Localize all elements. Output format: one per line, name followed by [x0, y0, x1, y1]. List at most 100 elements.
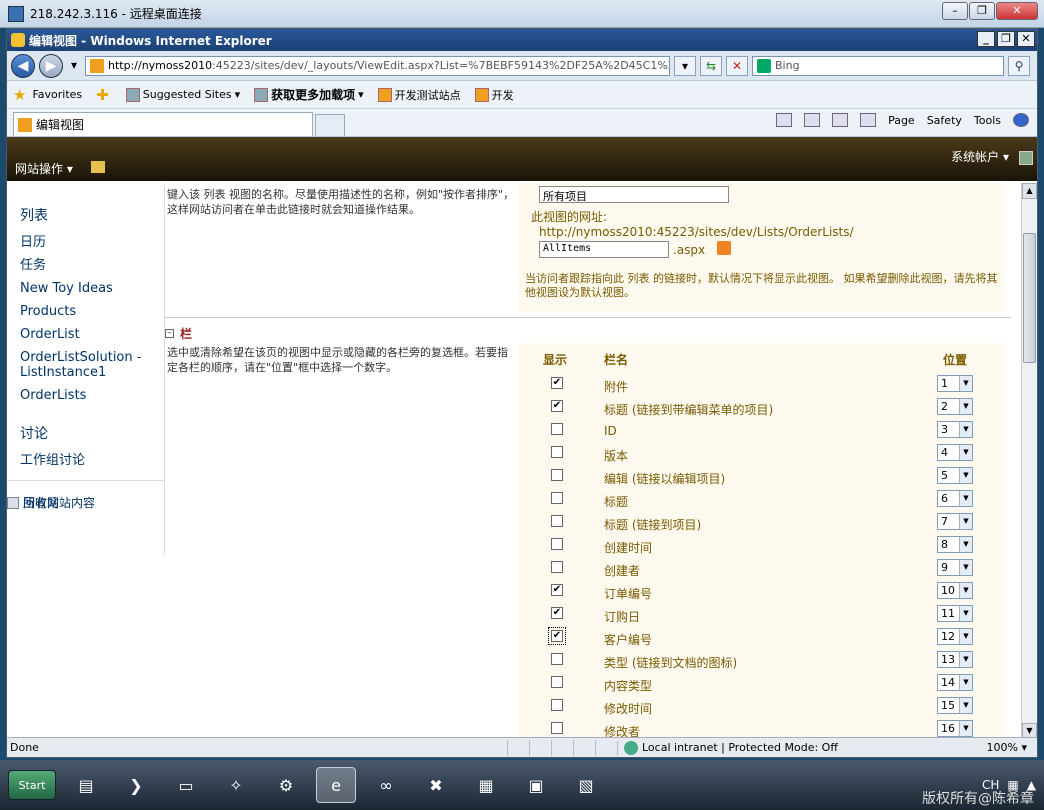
scroll-up-arrow[interactable]: ▲: [1022, 183, 1037, 199]
view-file-input[interactable]: AllItems: [539, 241, 669, 258]
powershell-icon[interactable]: ❯: [116, 767, 156, 803]
show-column-checkbox[interactable]: ✔: [548, 627, 566, 645]
restore-button[interactable]: ❐: [969, 2, 995, 20]
safety-menu[interactable]: Safety: [927, 114, 962, 127]
forward-button[interactable]: ▶: [39, 53, 63, 78]
refresh-icon[interactable]: ⇆: [700, 55, 722, 76]
show-column-checkbox[interactable]: ✔: [551, 377, 563, 389]
tools2-icon[interactable]: ✖: [416, 767, 456, 803]
collapse-icon[interactable]: –: [165, 329, 174, 338]
show-column-checkbox[interactable]: [551, 561, 563, 573]
position-select[interactable]: 11 ▼: [937, 605, 973, 622]
settings-gear-icon[interactable]: ⚙: [266, 767, 306, 803]
security-zone[interactable]: Local intranet | Protected Mode: Off: [617, 740, 869, 755]
nav-lists-heading[interactable]: 列表: [20, 205, 164, 225]
position-select[interactable]: 8 ▼: [937, 536, 973, 553]
nav-item-orderlists[interactable]: OrderLists: [20, 384, 164, 407]
show-column-checkbox[interactable]: [551, 515, 563, 527]
scroll-thumb[interactable]: [1023, 233, 1036, 363]
tools-menu[interactable]: Tools: [974, 114, 1001, 127]
address-dropdown[interactable]: ▾: [674, 55, 696, 76]
page-menu[interactable]: Page: [888, 114, 915, 127]
internet-explorer-icon[interactable]: e: [316, 767, 356, 803]
vertical-scrollbar[interactable]: ▲ ▼: [1021, 183, 1037, 739]
sharepoint-designer-icon[interactable]: ▦: [466, 767, 506, 803]
address-bar[interactable]: http://nymoss2010:45223/sites/dev/_layou…: [85, 55, 670, 76]
nav-item-orderlistsolution[interactable]: OrderListSolution - ListInstance1: [20, 350, 164, 380]
dev-test-site-link[interactable]: 开发测试站点: [377, 87, 461, 103]
show-column-checkbox[interactable]: [551, 653, 563, 665]
position-select[interactable]: 9 ▼: [937, 559, 973, 576]
columns-section-header[interactable]: – 栏: [165, 325, 192, 342]
show-column-checkbox[interactable]: [551, 492, 563, 504]
show-column-checkbox[interactable]: ✔: [551, 400, 563, 412]
suggested-sites-link[interactable]: Suggested Sites ▾: [125, 87, 240, 102]
column-row: ✔ 客户编号 12 ▼: [519, 626, 1004, 649]
rss-icon[interactable]: [717, 241, 731, 255]
nav-discussions-heading[interactable]: 讨论: [20, 423, 164, 443]
account-menu[interactable]: 系统帐户 ▾: [951, 148, 1009, 165]
infopath-icon[interactable]: ▧: [566, 767, 606, 803]
position-select[interactable]: 16 ▼: [937, 720, 973, 737]
mail-icon[interactable]: [832, 113, 849, 127]
add-favorites-button[interactable]: ✚: [96, 86, 112, 104]
dev-link[interactable]: 开发: [474, 87, 514, 103]
position-select[interactable]: 6 ▼: [937, 490, 973, 507]
view-name-input[interactable]: 所有项目: [539, 186, 729, 203]
stop-icon[interactable]: ✕: [726, 55, 748, 76]
home-icon[interactable]: [776, 113, 793, 127]
search-input[interactable]: Bing: [752, 55, 1004, 76]
position-select[interactable]: 3 ▼: [937, 421, 973, 438]
position-select[interactable]: 2 ▼: [937, 398, 973, 415]
position-select[interactable]: 7 ▼: [937, 513, 973, 530]
show-column-checkbox[interactable]: ✔: [551, 607, 563, 619]
position-select[interactable]: 4 ▼: [937, 444, 973, 461]
nav-item-products[interactable]: Products: [20, 300, 164, 323]
visual-studio-icon[interactable]: ∞: [366, 767, 406, 803]
ie-close-button[interactable]: ✕: [1017, 31, 1035, 47]
search-icon[interactable]: ⚲: [1008, 55, 1030, 76]
show-column-checkbox[interactable]: ✔: [551, 584, 563, 596]
position-select[interactable]: 12 ▼: [937, 628, 973, 645]
position-select[interactable]: 5 ▼: [937, 467, 973, 484]
zoom-level[interactable]: 100% ▾: [987, 741, 1037, 754]
position-select[interactable]: 13 ▼: [937, 651, 973, 668]
ie-restore-button[interactable]: ❐: [997, 31, 1015, 47]
help-icon[interactable]: [1013, 113, 1029, 127]
feeds-icon[interactable]: [804, 113, 821, 127]
tools-icon[interactable]: ✧: [216, 767, 256, 803]
position-select[interactable]: 15 ▼: [937, 697, 973, 714]
favorites-button[interactable]: ★ Favorites: [13, 86, 82, 104]
more-addons-link[interactable]: 获取更多加载项 ▾: [254, 86, 364, 103]
print-icon[interactable]: [860, 113, 877, 127]
position-select[interactable]: 10 ▼: [937, 582, 973, 599]
explorer-icon[interactable]: ▭: [166, 767, 206, 803]
new-tab-button[interactable]: [315, 114, 345, 136]
site-actions-menu[interactable]: 网站操作 ▾: [15, 160, 73, 177]
show-column-checkbox[interactable]: [551, 469, 563, 481]
close-button[interactable]: ✕: [996, 2, 1038, 20]
show-column-checkbox[interactable]: [551, 538, 563, 550]
server-manager-icon[interactable]: ▤: [66, 767, 106, 803]
show-column-checkbox[interactable]: [551, 446, 563, 458]
nav-item-calendar[interactable]: 日历: [20, 231, 164, 254]
command-prompt-icon[interactable]: ▣: [516, 767, 556, 803]
minimize-button[interactable]: –: [942, 2, 968, 20]
position-select[interactable]: 1 ▼: [937, 375, 973, 392]
show-column-checkbox[interactable]: [551, 676, 563, 688]
back-button[interactable]: ◀: [11, 53, 35, 78]
show-column-checkbox[interactable]: [551, 722, 563, 734]
start-button[interactable]: Start: [8, 770, 56, 800]
ie-minimize-button[interactable]: _: [977, 31, 995, 47]
tab-edit-view[interactable]: 编辑视图: [13, 112, 313, 136]
position-select[interactable]: 14 ▼: [937, 674, 973, 691]
show-column-checkbox[interactable]: [551, 699, 563, 711]
nav-item-new-toy-ideas[interactable]: New Toy Ideas: [20, 277, 164, 300]
column-name: ID: [604, 424, 617, 438]
show-column-checkbox[interactable]: [551, 423, 563, 435]
history-dropdown[interactable]: ▾: [67, 56, 81, 76]
nav-item-tasks[interactable]: 任务: [20, 254, 164, 277]
navigate-up-icon[interactable]: [91, 161, 105, 173]
nav-item-team-discussion[interactable]: 工作组讨论: [20, 449, 164, 472]
nav-item-orderlist[interactable]: OrderList: [20, 323, 164, 346]
